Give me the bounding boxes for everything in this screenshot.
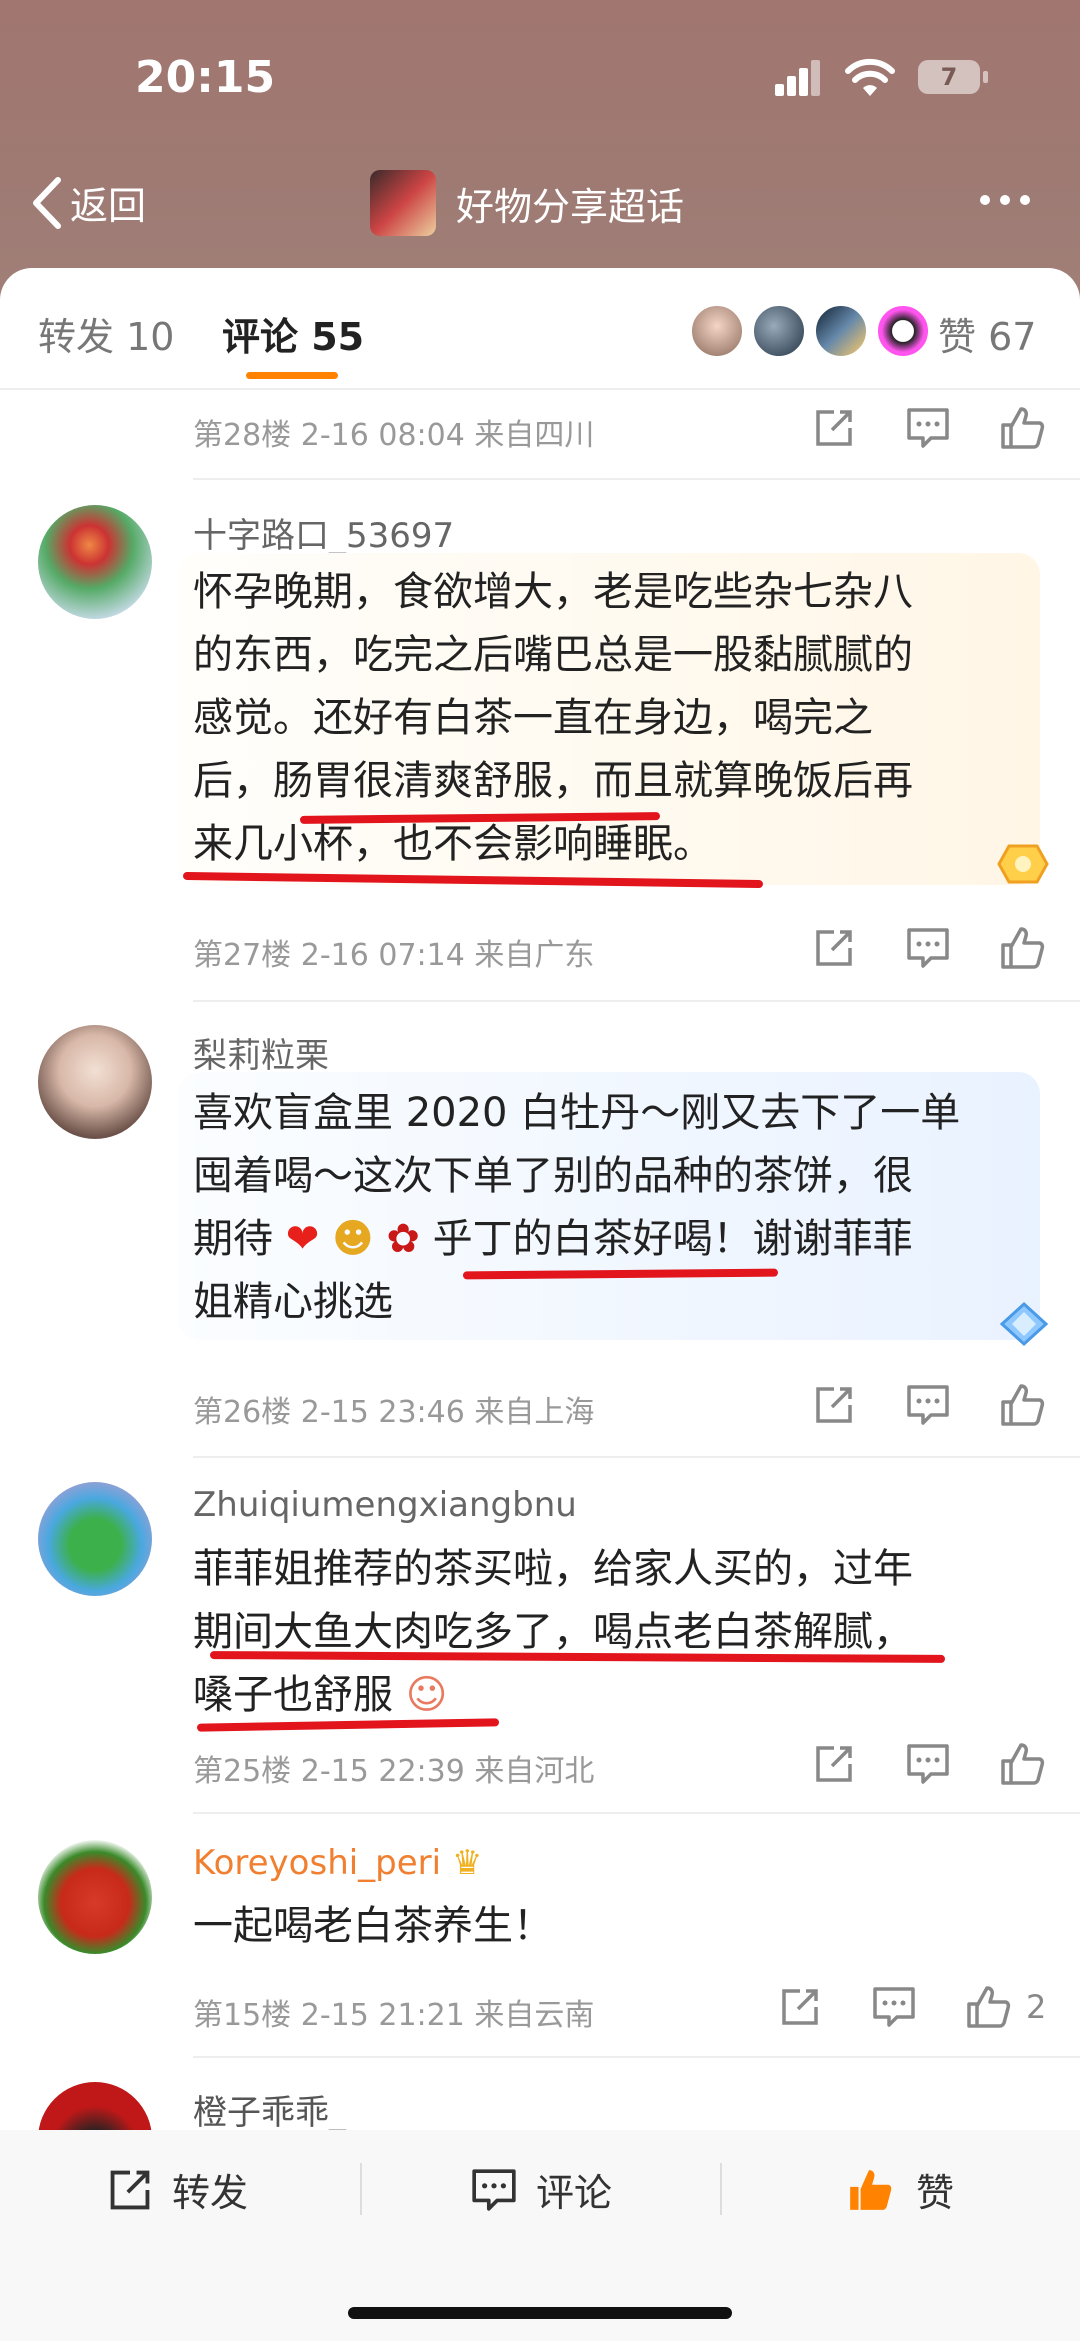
back-label: 返回	[70, 184, 147, 228]
liker-avatar	[814, 304, 868, 358]
avatar[interactable]	[38, 1025, 152, 1139]
comment-icon[interactable]	[898, 398, 958, 458]
comment-icon	[472, 2168, 516, 2211]
tab-comments[interactable]: 评论 55	[222, 306, 364, 361]
comment-label: 评论	[536, 2171, 613, 2215]
header-background	[0, 0, 1080, 300]
divider	[193, 1000, 1080, 1002]
repost-icon[interactable]	[804, 1734, 864, 1794]
comment-icon[interactable]	[898, 1375, 958, 1435]
divider	[193, 478, 1080, 480]
diamond-badge-icon	[999, 1301, 1049, 1347]
comment-text: 一起喝老白茶养生！	[193, 1903, 553, 1949]
repost-icon[interactable]	[804, 1375, 864, 1435]
avatar[interactable]	[38, 1840, 152, 1954]
comment-actions	[770, 1734, 1052, 1794]
comment-actions	[770, 1375, 1052, 1435]
liker-avatar	[752, 304, 806, 358]
comment-text: 怀孕晚期，食欲增大，老是吃些杂七杂八 的东西，吃完之后嘴巴总是一股黏腻腻的 感觉…	[193, 569, 913, 867]
divider	[193, 1812, 1080, 1814]
liker-avatars[interactable]	[690, 304, 938, 358]
like-icon[interactable]	[958, 1977, 1018, 2037]
more-options-icon[interactable]	[980, 195, 1030, 205]
comment-meta: 第26楼 2-15 23:46 来自上海	[193, 1395, 595, 1430]
liker-avatar	[876, 304, 930, 358]
heart-emoji-icon: ❤	[285, 1216, 320, 1262]
comment-meta: 第15楼 2-15 21:21 来自云南	[193, 1998, 595, 2033]
repost-icon[interactable]	[770, 1977, 830, 2037]
comment-text: 菲菲姐推荐的茶买啦，给家人买的，过年 期间大鱼大肉吃多了，喝点老白茶解腻， 嗓子…	[193, 1546, 913, 1718]
signal-icon	[775, 60, 821, 96]
separator	[360, 2163, 362, 2215]
avatar[interactable]	[38, 505, 152, 619]
separator	[720, 2163, 722, 2215]
like-filled-icon	[850, 2169, 892, 2210]
comment-username[interactable]: 橙子乖乖_	[193, 2085, 346, 2134]
repost-button[interactable]: 转发	[106, 2162, 248, 2217]
comment-username[interactable]: 梨莉粒栗	[193, 1028, 329, 1077]
like-icon[interactable]	[992, 1734, 1052, 1794]
topic-thumbnail	[370, 170, 436, 236]
avatar[interactable]	[38, 1482, 152, 1596]
comment-icon[interactable]	[898, 918, 958, 978]
comment-actions: 2	[736, 1977, 1046, 2037]
like-button[interactable]: 赞	[846, 2162, 954, 2217]
like-count[interactable]: 赞 67	[938, 306, 1036, 361]
home-indicator	[348, 2307, 732, 2319]
tab-repost[interactable]: 转发 10	[38, 306, 174, 361]
page-title: 好物分享超话	[456, 184, 685, 229]
comment-like-count: 2	[1026, 1988, 1047, 2026]
repost-icon	[110, 2170, 150, 2209]
repost-label: 转发	[172, 2171, 249, 2215]
blush-emoji-icon: ☻	[331, 1216, 374, 1262]
comment-username[interactable]: 十字路口_53697	[193, 508, 454, 557]
comment-icon[interactable]	[898, 1734, 958, 1794]
comment-username[interactable]: Zhuiqiumengxiangbnu	[193, 1485, 577, 1525]
chevron-left-icon	[33, 176, 61, 229]
comment-actions	[770, 398, 1052, 458]
comment-icon[interactable]	[864, 1977, 924, 2037]
comment-text: 喜欢盲盒里 2020 白牡丹～刚又去下了一单 囤着喝～这次下单了别的品种的茶饼，…	[193, 1090, 961, 1325]
repost-icon[interactable]	[804, 918, 864, 978]
crown-icon: ♛	[451, 1843, 483, 1883]
bear-emoji-icon: ☺	[405, 1672, 448, 1718]
topic-title[interactable]: 好物分享超话	[370, 170, 684, 236]
like-icon[interactable]	[992, 398, 1052, 458]
battery-indicator: 7	[918, 60, 980, 94]
divider	[0, 388, 1080, 390]
wifi-icon	[845, 58, 895, 96]
divider	[193, 1456, 1080, 1458]
comment-meta: 第27楼 2-16 07:14 来自广东	[193, 938, 595, 973]
like-label: 赞	[916, 2171, 955, 2215]
status-time: 20:15	[135, 52, 276, 103]
repost-icon[interactable]	[804, 398, 864, 458]
tab-active-indicator	[246, 372, 338, 379]
comment-button[interactable]: 评论	[470, 2162, 612, 2217]
divider	[193, 2056, 1080, 2058]
liker-avatar	[690, 304, 744, 358]
comment-meta: 第25楼 2-15 22:39 来自河北	[193, 1754, 595, 1789]
comment-meta: 第28楼 2-16 08:04 来自四川	[193, 418, 595, 453]
comment-actions	[770, 918, 1052, 978]
like-icon[interactable]	[992, 1375, 1052, 1435]
back-button[interactable]: 返回	[30, 175, 146, 230]
like-icon[interactable]	[992, 918, 1052, 978]
comment-username[interactable]: Koreyoshi_peri ♛	[193, 1843, 482, 1883]
battery-tip	[983, 71, 988, 83]
gold-badge-icon	[997, 844, 1049, 884]
rose-emoji-icon: ✿	[386, 1216, 420, 1262]
